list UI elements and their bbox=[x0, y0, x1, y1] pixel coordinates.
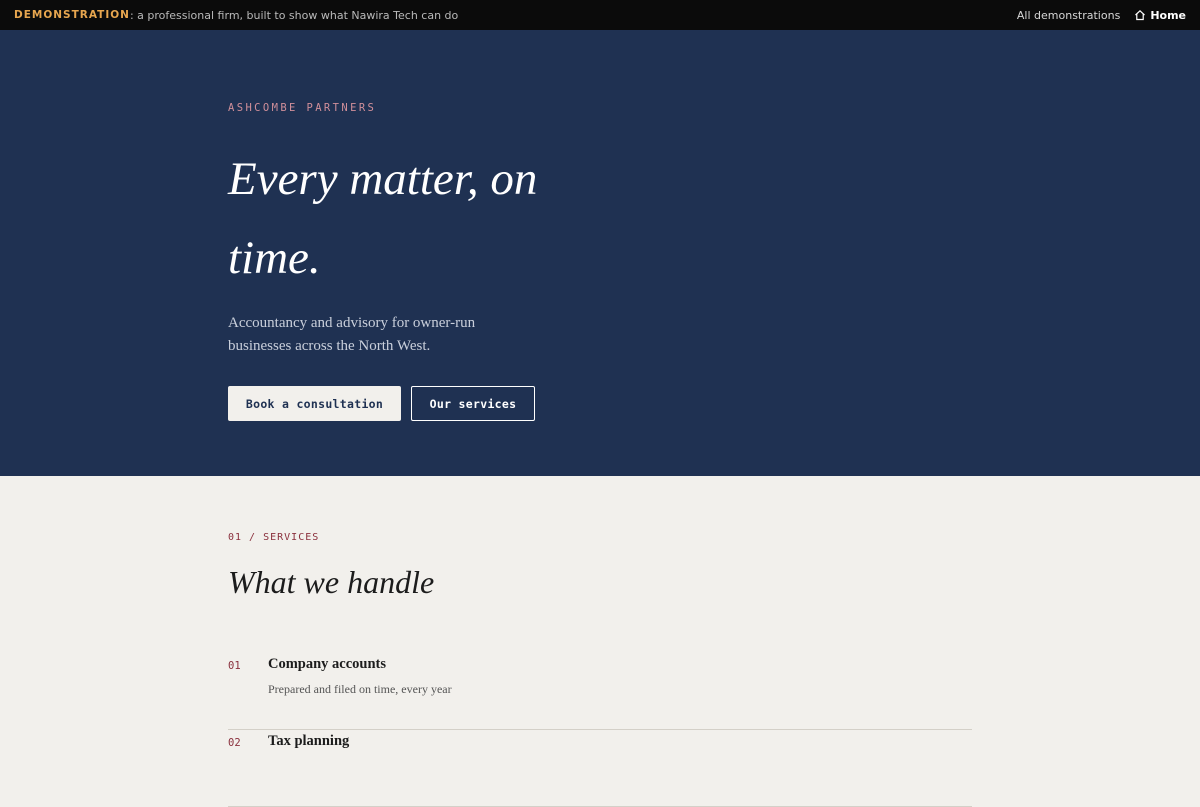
service-item: 01 Company accounts Prepared and filed o… bbox=[228, 653, 972, 730]
home-link-label: Home bbox=[1150, 8, 1186, 22]
demo-notice: DEMONSTRATION : a professional firm, bui… bbox=[14, 9, 458, 22]
our-services-button[interactable]: Our services bbox=[411, 386, 535, 421]
hero-section: ASHCOMBE PARTNERS Every matter, on time.… bbox=[0, 30, 1200, 476]
demo-nav: All demonstrations Home bbox=[1017, 9, 1186, 22]
service-number: 01 bbox=[228, 660, 241, 672]
service-name: Company accounts bbox=[268, 656, 387, 672]
firm-name: ASHCOMBE PARTNERS bbox=[228, 102, 377, 114]
all-demonstrations-link[interactable]: All demonstrations bbox=[1017, 9, 1120, 22]
section-title: What we handle bbox=[228, 564, 435, 600]
service-number: 02 bbox=[228, 737, 241, 749]
service-list: 01 Company accounts Prepared and filed o… bbox=[228, 653, 972, 807]
service-description: Prepared and filed on time, every year bbox=[268, 682, 452, 696]
hero-actions: Book a consultation Our services bbox=[228, 386, 535, 421]
book-consultation-button[interactable]: Book a consultation bbox=[228, 386, 401, 421]
hero-title: Every matter, on time. bbox=[228, 153, 538, 284]
home-link[interactable]: Home bbox=[1134, 9, 1186, 22]
service-name: Tax planning bbox=[268, 733, 350, 749]
service-item: 02 Tax planning bbox=[228, 730, 972, 807]
demo-tag: DEMONSTRATION bbox=[14, 9, 130, 21]
demo-banner: DEMONSTRATION : a professional firm, bui… bbox=[0, 0, 1200, 30]
home-icon bbox=[1135, 9, 1146, 21]
section-label: 01 / SERVICES bbox=[228, 532, 320, 543]
hero-subtitle: Accountancy and advisory for owner-run b… bbox=[228, 315, 476, 354]
demo-message: : a professional firm, built to show wha… bbox=[129, 8, 459, 22]
